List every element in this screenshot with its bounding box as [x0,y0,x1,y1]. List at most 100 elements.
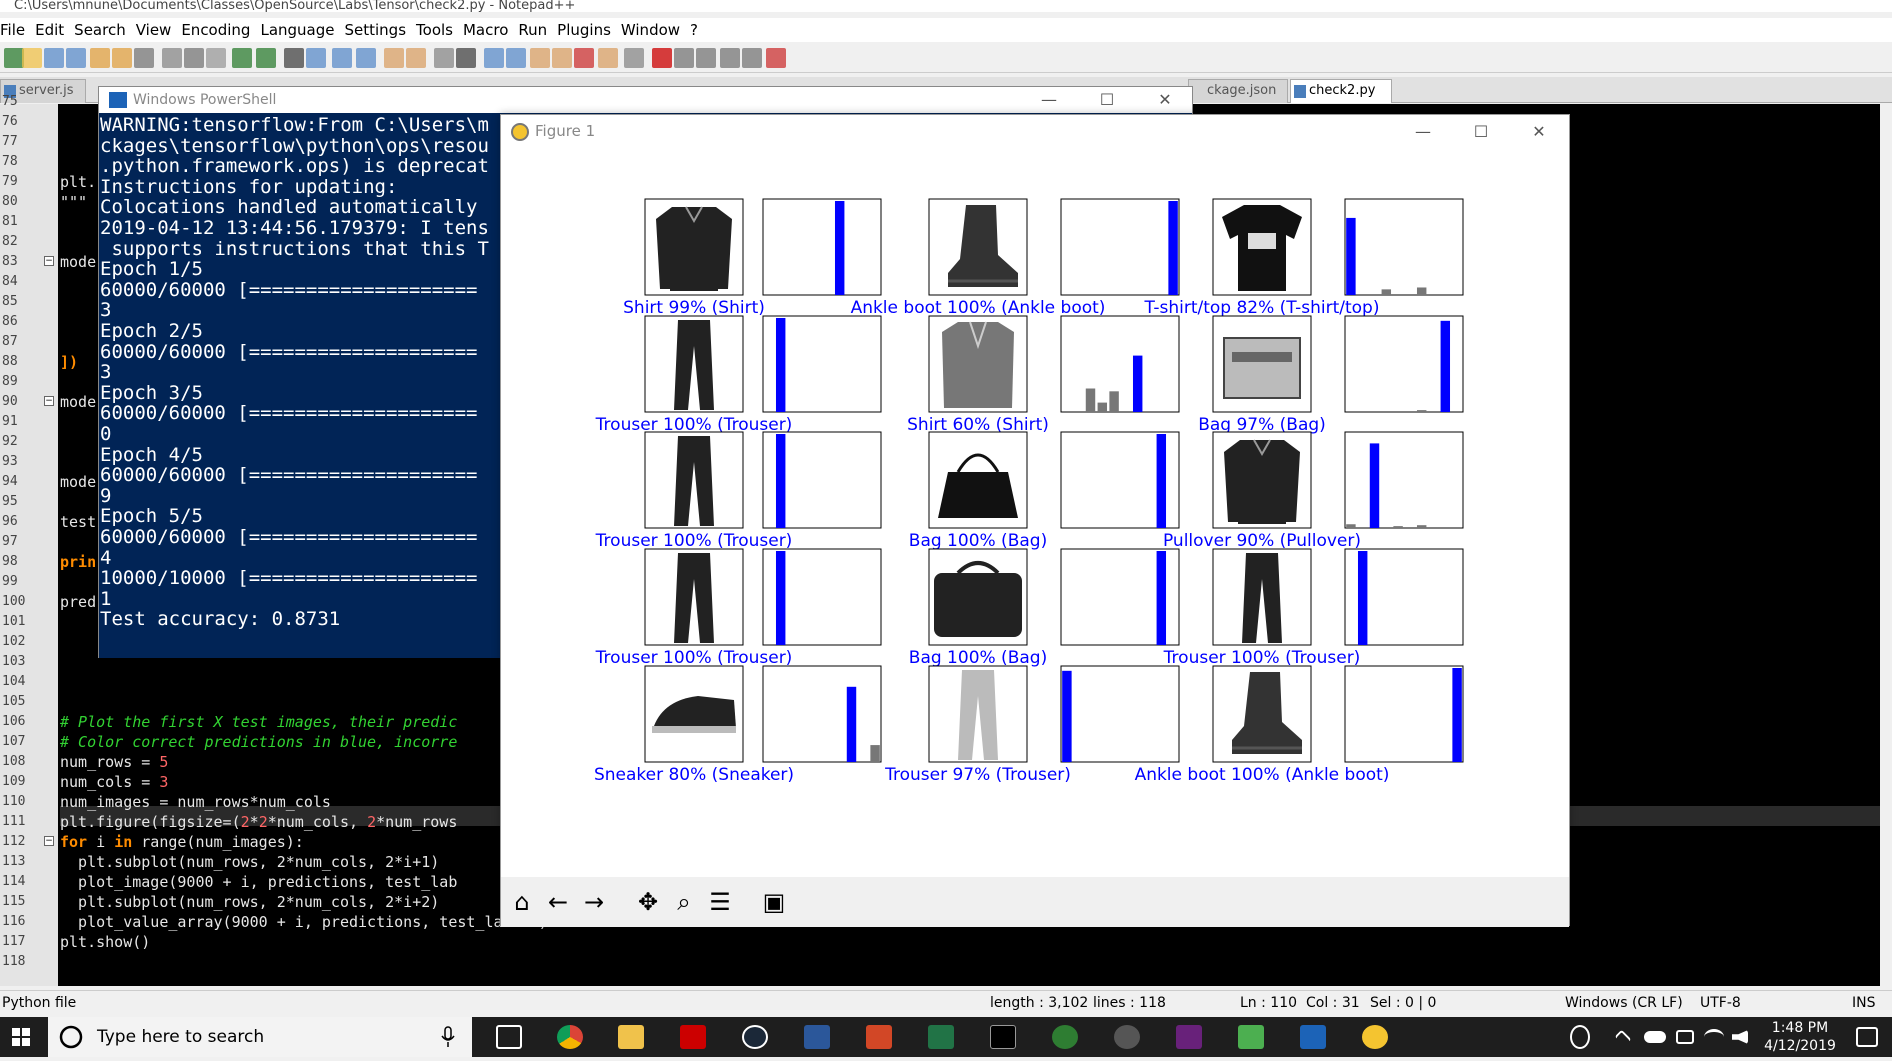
toolbar-button-icon[interactable] [284,48,304,68]
steam-icon[interactable] [742,1025,768,1049]
toolbar-button-icon[interactable] [356,48,376,68]
onedrive-icon[interactable] [1644,1031,1666,1043]
toolbar-button-icon[interactable] [624,48,644,68]
minimize-button[interactable]: — [1403,121,1443,143]
app-icon[interactable] [1114,1025,1140,1049]
menu-item[interactable]: File [0,18,25,42]
minimize-button[interactable]: — [1029,89,1069,111]
zoom-icon[interactable]: ⌕ [669,887,699,917]
toolbar-button-icon[interactable] [134,48,154,68]
toolbar-button-icon[interactable] [44,48,64,68]
chevron-up-icon[interactable] [1614,1029,1632,1047]
menu-item[interactable]: Run [518,18,547,42]
toolbar-button-icon[interactable] [696,48,716,68]
menu-item[interactable]: Search [74,18,126,42]
close-button[interactable]: ✕ [1519,121,1559,143]
notifications-icon[interactable] [1856,1027,1878,1047]
file-explorer-icon[interactable] [618,1025,644,1049]
volume-icon[interactable] [1732,1030,1748,1044]
microphone-icon[interactable] [440,1026,456,1050]
back-icon[interactable]: ← [543,887,573,917]
toolbar-button-icon[interactable] [162,48,182,68]
toolbar-button-icon[interactable] [456,48,476,68]
tab-package-json[interactable]: ckage.json✕ [1188,79,1288,120]
toolbar-button-icon[interactable] [406,48,426,68]
menu-item[interactable]: View [136,18,172,42]
powerpoint-icon[interactable] [866,1025,892,1049]
toolbar-button-icon[interactable] [206,48,226,68]
menu-item[interactable]: Settings [345,18,407,42]
toolbar-button-icon[interactable] [184,48,204,68]
toolbar-button-icon[interactable] [552,48,572,68]
configure-icon[interactable]: ☰ [705,887,735,917]
toolbar-button-icon[interactable] [574,48,594,68]
toolbar-button-icon[interactable] [90,48,110,68]
toolbar-button-icon[interactable] [256,48,276,68]
word-icon[interactable] [804,1025,830,1049]
line-number: 117 [2,934,26,949]
toolbar-button-icon[interactable] [530,48,550,68]
bar-axes [1060,198,1180,296]
system-clock[interactable]: 1:48 PM 4/12/2019 [1760,1019,1840,1055]
excel-icon[interactable] [928,1025,954,1049]
task-view-icon[interactable] [496,1025,522,1049]
toolbar-button-icon[interactable] [4,48,24,68]
menu-item[interactable]: Language [260,18,334,42]
figure-canvas[interactable]: Shirt 99% (Shirt) Ankle boot 100% (Ankle … [501,147,1569,877]
toolbar-button-icon[interactable] [598,48,618,68]
home-icon[interactable]: ⌂ [507,887,537,917]
tab-check2-py[interactable]: check2.py✕ [1290,79,1392,120]
powershell-task-icon[interactable] [1300,1025,1326,1049]
battery-icon[interactable] [1676,1030,1694,1044]
toolbar-button-icon[interactable] [112,48,132,68]
people-icon[interactable] [1570,1025,1590,1049]
toolbar-button-icon[interactable] [720,48,740,68]
toolbar-button-icon[interactable] [66,48,86,68]
menu-item[interactable]: Window [621,18,680,42]
fold-marker-icon[interactable]: − [44,836,54,846]
maximize-button[interactable]: ☐ [1461,121,1501,143]
save-icon[interactable]: ▣ [759,887,789,917]
prediction-panel: Sneaker 80% (Sneaker) [594,665,882,785]
pan-icon[interactable]: ✥ [633,887,663,917]
toolbar-button-icon[interactable] [674,48,694,68]
toolbar-button-icon[interactable] [652,48,672,68]
toolbar-button-icon[interactable] [484,48,504,68]
wifi-icon[interactable] [1704,1029,1724,1045]
toolbar-button-icon[interactable] [306,48,326,68]
toolbar-button-icon[interactable] [22,48,42,68]
toolbar-button-icon[interactable] [742,48,762,68]
prediction-label: Ankle boot 100% (Ankle boot) [1135,765,1390,785]
notepadpp-icon[interactable] [1238,1025,1264,1049]
chrome-icon[interactable] [557,1025,583,1049]
globe-icon[interactable] [1052,1025,1078,1049]
prediction-label: Trouser 100% (Trouser) [595,531,793,551]
windows-start-icon[interactable] [0,1017,44,1057]
fold-marker-icon[interactable]: − [44,396,54,406]
menu-item[interactable]: Plugins [557,18,611,42]
terminal-icon[interactable] [990,1025,1016,1049]
line-number: 107 [2,734,26,749]
toolbar-button-icon[interactable] [506,48,526,68]
toolbar-button-icon[interactable] [766,48,786,68]
menu-item[interactable]: Edit [35,18,64,42]
visual-studio-icon[interactable] [1176,1025,1202,1049]
toolbar-button-icon[interactable] [384,48,404,68]
maximize-button[interactable]: ☐ [1087,89,1127,111]
toolbar-button-icon[interactable] [232,48,252,68]
fold-marker-icon[interactable]: − [44,256,54,266]
matplotlib-task-icon[interactable] [1362,1025,1388,1049]
code-token: num_cols = [60,773,160,791]
forward-icon[interactable]: → [579,887,609,917]
close-button[interactable]: ✕ [1145,89,1185,111]
game-app-icon[interactable] [680,1025,706,1049]
menu-item[interactable]: ? [690,18,698,42]
vertical-scrollbar[interactable] [1880,104,1892,986]
menu-item[interactable]: Encoding [181,18,250,42]
toolbar-button-icon[interactable] [332,48,352,68]
toolbar-button-icon[interactable] [434,48,454,68]
menu-item[interactable]: Macro [463,18,508,42]
console-line: 3 [100,361,112,384]
menu-item[interactable]: Tools [416,18,453,42]
taskbar-search[interactable]: Type here to search [48,1017,472,1057]
